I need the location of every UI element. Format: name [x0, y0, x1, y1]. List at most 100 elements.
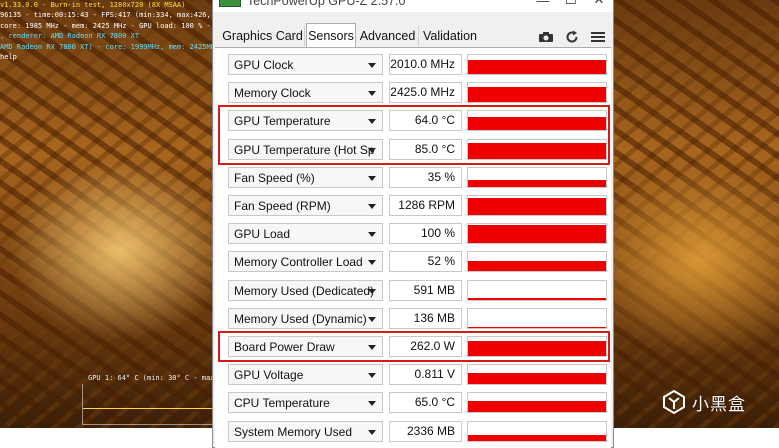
- sensor-graph-fill: [468, 143, 606, 159]
- sensor-label: GPU Load: [234, 227, 291, 242]
- sensor-value: 2425.0 MHz: [389, 82, 462, 104]
- chevron-down-icon: [368, 119, 376, 125]
- sensor-select-gpu-temperature-hot-spot[interactable]: GPU Temperature (Hot Spot): [228, 138, 383, 160]
- sensor-value: 64.0 °C: [389, 110, 462, 132]
- sensor-row: Fan Speed (RPM) 1286 RPM: [215, 192, 611, 220]
- tab-sensors[interactable]: Sensors: [306, 23, 356, 48]
- chevron-down-icon: [368, 429, 376, 435]
- sensor-select-memory-clock[interactable]: Memory Clock: [228, 82, 383, 104]
- sensor-graph: [467, 364, 607, 386]
- sensor-graph-fill: [468, 87, 606, 103]
- refresh-icon[interactable]: [561, 27, 583, 47]
- sensor-select-memory-controller-load[interactable]: Memory Controller Load: [228, 251, 383, 273]
- sensor-graph: [467, 279, 607, 301]
- sensor-row: Memory Clock 2425.0 MHz: [215, 79, 611, 107]
- sensor-value: 35 %: [389, 166, 462, 188]
- sensor-label: Memory Clock: [234, 86, 311, 101]
- maximize-button[interactable]: ☐: [557, 0, 585, 11]
- sensor-graph-fill: [468, 197, 606, 215]
- sensor-select-gpu-load[interactable]: GPU Load: [228, 223, 383, 245]
- sensor-label: GPU Temperature (Hot Spot): [234, 142, 374, 157]
- sensor-row: GPU Load 100 %: [215, 220, 611, 248]
- chevron-down-icon: [368, 91, 376, 97]
- sensor-graph: [467, 223, 607, 245]
- sensor-graph: [467, 307, 607, 329]
- sensor-graph-fill: [468, 260, 606, 272]
- sensor-select-memory-used-dedicated[interactable]: Memory Used (Dedicated): [228, 279, 383, 301]
- sensor-graph-fill: [468, 117, 606, 131]
- sensor-row: System Memory Used 2336 MB: [215, 418, 611, 446]
- sensor-select-fan-speed-rpm[interactable]: Fan Speed (RPM): [228, 195, 383, 216]
- sensor-row: Fan Speed (%) 35 %: [215, 164, 611, 192]
- sensor-select-gpu-clock[interactable]: GPU Clock: [228, 54, 383, 75]
- sensor-row: Board Power Draw 262.0 W: [215, 333, 611, 361]
- sensor-graph: [467, 251, 607, 273]
- sensor-select-cpu-temperature[interactable]: CPU Temperature: [228, 392, 383, 414]
- chevron-down-icon: [368, 147, 376, 153]
- sensor-row: GPU Temperature 64.0 °C: [215, 107, 611, 135]
- sensor-graph: [467, 336, 607, 357]
- camera-icon[interactable]: [535, 27, 557, 47]
- sensor-select-system-memory-used[interactable]: System Memory Used: [228, 420, 383, 442]
- sensor-value: 1286 RPM: [389, 195, 462, 216]
- sensor-label: Fan Speed (%): [234, 170, 315, 185]
- tab-advanced[interactable]: Advanced: [357, 26, 419, 46]
- chevron-down-icon: [368, 204, 376, 209]
- chevron-down-icon: [368, 401, 376, 407]
- sensor-label: GPU Voltage: [234, 368, 304, 383]
- sensor-graph: [467, 82, 607, 104]
- sensor-value: 0.811 V: [389, 364, 462, 386]
- temperature-graph: [82, 384, 213, 425]
- sensor-graph-fill: [468, 59, 606, 74]
- sensor-row: GPU Clock 2010.0 MHz: [215, 51, 611, 79]
- sensor-select-memory-used-dynamic[interactable]: Memory Used (Dynamic): [228, 307, 383, 329]
- chevron-down-icon: [368, 373, 376, 379]
- tab-graphics-card[interactable]: Graphics Card: [221, 26, 305, 46]
- sensor-row: Memory Used (Dynamic) 136 MB: [215, 305, 611, 333]
- sensor-graph-fill: [468, 297, 606, 300]
- sensor-value: 262.0 W: [389, 336, 462, 357]
- sensor-graph: [467, 420, 607, 442]
- sensor-value: 52 %: [389, 251, 462, 273]
- sensor-label: CPU Temperature: [234, 396, 330, 411]
- chevron-down-icon: [368, 288, 376, 294]
- gpuz-app-icon: [219, 0, 241, 7]
- sensor-graph: [467, 166, 607, 188]
- sensor-graph-fill: [468, 401, 606, 413]
- sensor-graph: [467, 195, 607, 216]
- sensor-graph-fill: [468, 434, 606, 441]
- sensor-value: 2336 MB: [389, 420, 462, 442]
- tab-validation[interactable]: Validation: [420, 26, 480, 46]
- sensor-select-fan-speed[interactable]: Fan Speed (%): [228, 166, 383, 188]
- sensor-value: 136 MB: [389, 307, 462, 329]
- sensor-row: CPU Temperature 65.0 °C: [215, 389, 611, 417]
- sensor-row: Memory Used (Dedicated) 591 MB: [215, 277, 611, 305]
- sensor-value: 591 MB: [389, 279, 462, 301]
- chevron-down-icon: [368, 175, 376, 181]
- sensor-graph: [467, 392, 607, 414]
- sensor-label: Memory Used (Dynamic): [234, 311, 367, 326]
- sensor-graph-fill: [468, 326, 606, 328]
- sensor-graph: [467, 138, 607, 160]
- sensor-row: GPU Temperature (Hot Spot) 85.0 °C: [215, 136, 611, 164]
- sensor-graph-fill: [468, 372, 606, 385]
- sensor-select-gpu-temperature[interactable]: GPU Temperature: [228, 110, 383, 132]
- sensor-select-board-power-draw[interactable]: Board Power Draw: [228, 336, 383, 357]
- menu-icon[interactable]: [587, 27, 609, 47]
- sensor-label: Memory Controller Load: [234, 255, 363, 270]
- title-bar[interactable]: TechPowerUp GPU-Z 2.57.0 — ☐ ✕: [213, 0, 613, 12]
- sensor-label: System Memory Used: [234, 424, 353, 439]
- close-button[interactable]: ✕: [585, 0, 613, 11]
- chevron-down-icon: [368, 63, 376, 68]
- chevron-down-icon: [368, 345, 376, 350]
- sensor-label: Fan Speed (RPM): [234, 199, 331, 213]
- sensor-label: GPU Temperature: [234, 114, 331, 129]
- sensor-value: 85.0 °C: [389, 138, 462, 160]
- minimize-button[interactable]: —: [529, 0, 557, 11]
- sensor-value: 65.0 °C: [389, 392, 462, 414]
- sensor-label: Memory Used (Dedicated): [234, 283, 374, 298]
- sensor-select-gpu-voltage[interactable]: GPU Voltage: [228, 364, 383, 386]
- gpuz-window: TechPowerUp GPU-Z 2.57.0 — ☐ ✕ Graphics …: [212, 0, 614, 448]
- chevron-down-icon: [368, 260, 376, 266]
- sensor-value: 100 %: [389, 223, 462, 245]
